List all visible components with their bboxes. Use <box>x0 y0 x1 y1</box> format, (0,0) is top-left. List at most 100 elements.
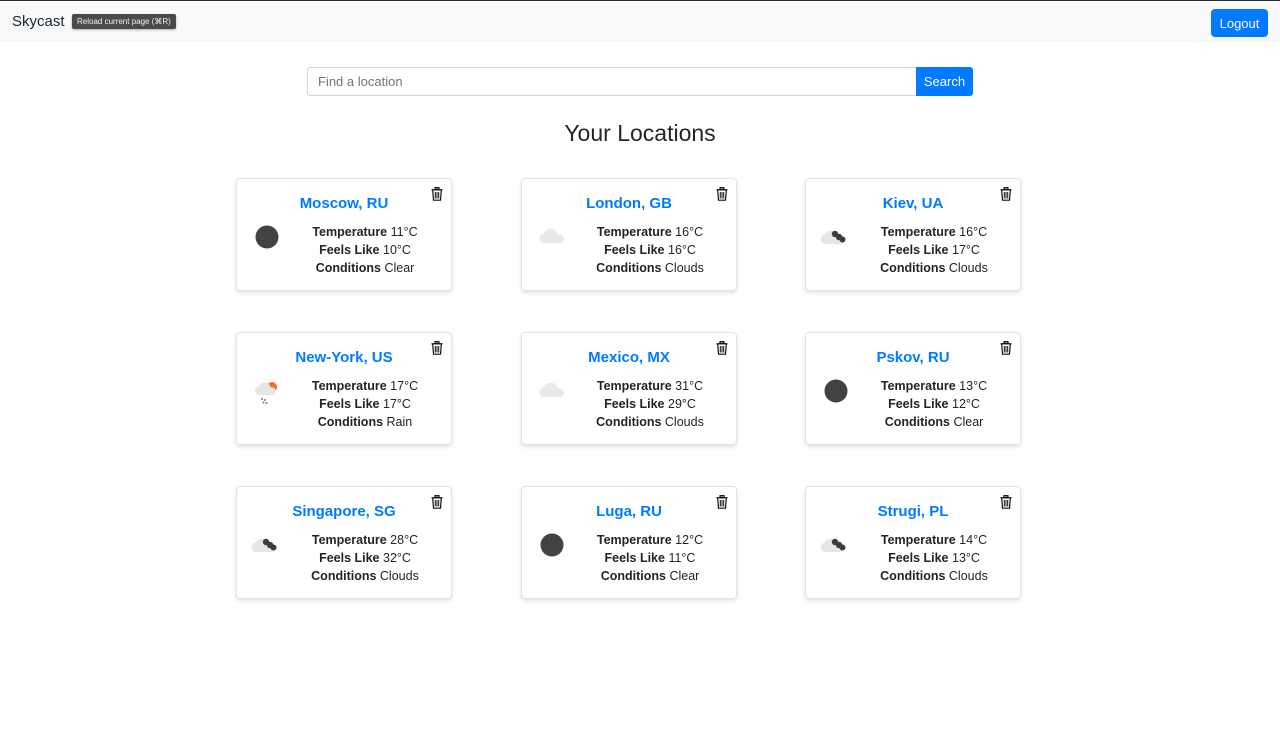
temperature-value: 16°C <box>959 225 988 239</box>
location-name[interactable]: Moscow, RU <box>237 195 451 212</box>
feels-like-label: Feels Like <box>604 551 665 565</box>
weather-details: Temperature 31°C Feels Like 29°C Condition… <box>570 377 730 431</box>
location-name[interactable]: London, GB <box>522 195 736 212</box>
conditions-label: Conditions <box>317 415 384 429</box>
feels-like-row: Feels Like 32°C <box>285 549 445 567</box>
conditions-row: Conditions Clear <box>570 567 730 585</box>
weather-details: Temperature 16°C Feels Like 16°C Condition… <box>570 223 730 277</box>
rain-icon <box>251 375 283 407</box>
temperature-label: Temperature <box>880 533 956 547</box>
location-card: Luga, RU Temperature 12°C Feels Like 11°C C… <box>521 486 737 599</box>
temperature-value: 11°C <box>390 225 418 239</box>
conditions-value: Clouds <box>948 569 988 583</box>
conditions-value: Clear <box>669 569 700 583</box>
conditions-value: Clouds <box>379 569 419 583</box>
feels-like-value: 16°C <box>668 243 696 257</box>
conditions-row: Conditions Clouds <box>854 259 1014 277</box>
feels-like-value: 29°C <box>668 397 696 411</box>
trash-icon[interactable] <box>1000 187 1012 201</box>
temperature-value: 16°C <box>675 225 704 239</box>
feels-like-value: 13°C <box>952 551 980 565</box>
conditions-label: Conditions <box>880 569 946 583</box>
feels-like-label: Feels Like <box>888 397 949 411</box>
logout-button[interactable]: Logout <box>1211 9 1268 37</box>
location-card: Mexico, MX Temperature 31°C Feels Like 29°… <box>521 332 737 445</box>
broken-clouds-icon <box>820 529 852 561</box>
feels-like-value: 32°C <box>383 551 411 565</box>
feels-like-row: Feels Like 10°C <box>285 241 445 259</box>
clear-night-icon <box>820 375 852 407</box>
conditions-value: Clouds <box>664 261 704 275</box>
temperature-row: Temperature 16°C <box>854 223 1014 241</box>
conditions-row: Conditions Clouds <box>570 259 730 277</box>
feels-like-row: Feels Like 17°C <box>285 395 445 413</box>
temperature-row: Temperature 13°C <box>854 377 1014 395</box>
trash-icon[interactable] <box>716 341 728 355</box>
temperature-row: Temperature 14°C <box>854 531 1014 549</box>
weather-details: Temperature 17°C Feels Like 17°C Condition… <box>285 377 445 431</box>
location-name[interactable]: New-York, US <box>237 349 451 366</box>
temperature-row: Temperature 31°C <box>570 377 730 395</box>
cloud-icon <box>536 375 568 407</box>
conditions-row: Conditions Clouds <box>854 567 1014 585</box>
conditions-label: Conditions <box>311 569 377 583</box>
feels-like-row: Feels Like 11°C <box>570 549 730 567</box>
clear-night-icon <box>251 221 283 253</box>
feels-like-row: Feels Like 16°C <box>570 241 730 259</box>
trash-icon[interactable] <box>431 341 443 355</box>
feels-like-row: Feels Like 13°C <box>854 549 1014 567</box>
location-card: Kiev, UA Temperature 16°C Feels Like 17°C C… <box>805 178 1021 291</box>
temperature-value: 17°C <box>390 379 419 393</box>
trash-icon[interactable] <box>431 495 443 509</box>
trash-icon[interactable] <box>1000 495 1012 509</box>
conditions-row: Conditions Rain <box>285 413 445 431</box>
temperature-label: Temperature <box>311 379 387 393</box>
clear-night-icon <box>536 529 568 561</box>
conditions-row: Conditions Clear <box>854 413 1014 431</box>
feels-like-value: 17°C <box>383 397 411 411</box>
trash-icon[interactable] <box>716 187 728 201</box>
search-button[interactable]: Search <box>916 67 973 96</box>
conditions-label: Conditions <box>596 415 662 429</box>
location-card: Strugi, PL Temperature 14°C Feels Like 13°… <box>805 486 1021 599</box>
conditions-row: Conditions Clear <box>285 259 445 277</box>
page-title: Your Locations <box>564 120 716 146</box>
weather-details: Temperature 28°C Feels Like 32°C Condition… <box>285 531 445 585</box>
location-card: Singapore, SG Temperature 28°C Feels Like … <box>236 486 452 599</box>
conditions-value: Clear <box>953 415 984 429</box>
temperature-row: Temperature 17°C <box>285 377 445 395</box>
location-name[interactable]: Strugi, PL <box>806 503 1020 520</box>
conditions-value: Clouds <box>664 415 704 429</box>
conditions-value: Clear <box>384 261 415 275</box>
temperature-row: Temperature 11°C <box>285 223 445 241</box>
location-name[interactable]: Kiev, UA <box>806 195 1020 212</box>
trash-icon[interactable] <box>716 495 728 509</box>
location-card: Moscow, RU Temperature 11°C Feels Like 10°… <box>236 178 452 291</box>
search-input[interactable] <box>307 67 916 96</box>
location-name[interactable]: Pskov, RU <box>806 349 1020 366</box>
brand-title[interactable]: Skycast <box>12 13 65 30</box>
conditions-value: Rain <box>386 415 413 429</box>
location-name[interactable]: Singapore, SG <box>237 503 451 520</box>
conditions-label: Conditions <box>600 569 666 583</box>
feels-like-value: 10°C <box>383 243 411 257</box>
conditions-value: Clouds <box>948 261 988 275</box>
feels-like-label: Feels Like <box>888 243 949 257</box>
feels-like-label: Feels Like <box>604 397 665 411</box>
location-name[interactable]: Luga, RU <box>522 503 736 520</box>
conditions-row: Conditions Clouds <box>570 413 730 431</box>
feels-like-label: Feels Like <box>888 551 949 565</box>
feels-like-label: Feels Like <box>319 551 380 565</box>
temperature-label: Temperature <box>880 225 956 239</box>
temperature-value: 14°C <box>959 533 988 547</box>
feels-like-row: Feels Like 17°C <box>854 241 1014 259</box>
temperature-row: Temperature 12°C <box>570 531 730 549</box>
trash-icon[interactable] <box>431 187 443 201</box>
conditions-label: Conditions <box>315 261 381 275</box>
temperature-label: Temperature <box>596 379 672 393</box>
temperature-label: Temperature <box>596 225 672 239</box>
weather-details: Temperature 13°C Feels Like 12°C Condition… <box>854 377 1014 431</box>
feels-like-row: Feels Like 29°C <box>570 395 730 413</box>
trash-icon[interactable] <box>1000 341 1012 355</box>
location-name[interactable]: Mexico, MX <box>522 349 736 366</box>
